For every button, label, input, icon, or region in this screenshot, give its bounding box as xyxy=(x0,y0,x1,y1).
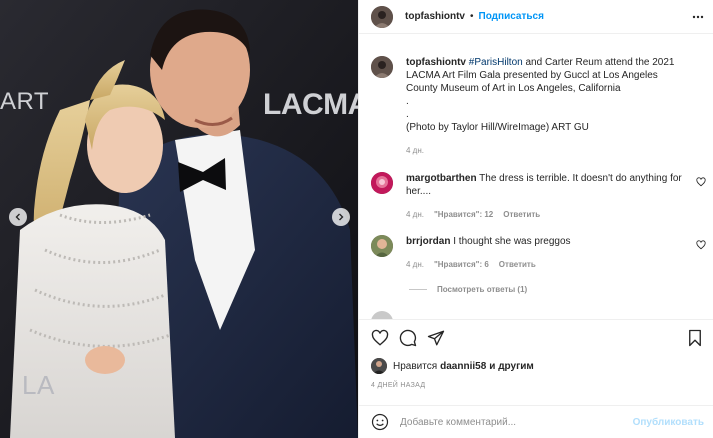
author-avatar[interactable] xyxy=(371,5,393,28)
liker-avatar-image xyxy=(371,358,387,374)
comment-input[interactable] xyxy=(400,416,630,428)
post-actions xyxy=(359,319,713,356)
comment-username[interactable]: brrjordan xyxy=(406,236,450,247)
caption-meta: 4 дн. xyxy=(406,144,688,157)
header-separator: • xyxy=(470,11,474,22)
wall-text-lacma: LACMA xyxy=(263,88,358,121)
commenter-avatar[interactable] xyxy=(371,172,393,194)
caption-body: topfashiontv #ParisHilton and Carter Reu… xyxy=(406,56,688,157)
comment-heart-icon[interactable] xyxy=(696,240,706,250)
commenter-avatar-image xyxy=(371,172,393,194)
comment-row: margotbarthen The dress is terrible. It … xyxy=(371,172,706,221)
comment-body: brrjordan I thought she was preggos 4 дн… xyxy=(406,235,688,271)
follow-button[interactable]: Подписаться xyxy=(479,11,544,22)
comment-username[interactable]: margotbarthen xyxy=(406,173,477,184)
publish-button[interactable]: Опубликовать xyxy=(633,417,704,428)
liker-avatar[interactable] xyxy=(371,358,387,374)
caption-credit: (Photo by Taylor Hill/WireImage) ART GU xyxy=(406,122,589,133)
comments-section: topfashiontv #ParisHilton and Carter Reu… xyxy=(359,34,713,319)
more-horizontal-icon[interactable] xyxy=(692,11,704,23)
partially-visible-comment xyxy=(371,311,706,319)
chevron-right-icon xyxy=(339,213,344,221)
post-photo: ART LACMA LA xyxy=(0,0,358,438)
likes-summary: Нравится daannii58 и другим xyxy=(371,358,537,374)
author-avatar-image xyxy=(371,5,393,28)
heart-icon[interactable] xyxy=(371,329,389,347)
add-comment-bar: Опубликовать xyxy=(359,405,713,438)
previous-photo-button[interactable] xyxy=(9,208,27,226)
comment-body: margotbarthen The dress is terrible. It … xyxy=(406,172,688,221)
paper-plane-icon[interactable] xyxy=(427,329,445,347)
comment-likes[interactable]: "Нравится": 6 xyxy=(434,258,489,271)
comment-text: I thought she was preggos xyxy=(453,236,571,247)
commenter-avatar[interactable] xyxy=(371,235,393,257)
next-photo-button[interactable] xyxy=(332,208,350,226)
comment-row: brrjordan I thought she was preggos 4 дн… xyxy=(371,235,706,271)
comment-likes[interactable]: "Нравится": 12 xyxy=(434,208,493,221)
liker-username[interactable]: daannii58 xyxy=(440,361,486,372)
caption-avatar-image xyxy=(371,56,393,78)
comment-meta: 4 дн. "Нравится": 12 Ответить xyxy=(406,208,688,221)
likes-prefix: Нравится xyxy=(393,360,438,372)
reply-button[interactable]: Ответить xyxy=(503,208,540,221)
chevron-left-icon xyxy=(15,213,20,221)
wall-text-art: ART xyxy=(0,88,50,115)
comment-heart-icon[interactable] xyxy=(696,177,706,187)
post-header: topfashiontv • Подписаться xyxy=(359,0,713,34)
caption-hashtag[interactable]: #ParisHilton xyxy=(469,57,523,68)
caption-username[interactable]: topfashiontv xyxy=(406,57,466,68)
view-replies-button[interactable]: Посмотреть ответы (1) xyxy=(409,285,527,294)
reply-button[interactable]: Ответить xyxy=(499,258,536,271)
emoji-icon[interactable] xyxy=(371,413,389,431)
caption-dot-1: . xyxy=(406,96,409,107)
caption-row: topfashiontv #ParisHilton and Carter Reu… xyxy=(371,56,706,157)
bookmark-icon[interactable] xyxy=(686,329,704,347)
author-username[interactable]: topfashiontv xyxy=(405,11,465,22)
post-date[interactable]: 4 ДНЕЙ НАЗАД xyxy=(371,382,425,389)
instagram-post-modal: ART LACMA LA topfashiontv • xyxy=(0,0,713,438)
comment-time[interactable]: 4 дн. xyxy=(406,258,424,271)
replies-divider xyxy=(409,289,427,290)
comment-meta: 4 дн. "Нравится": 6 Ответить xyxy=(406,258,688,271)
comment-time[interactable]: 4 дн. xyxy=(406,208,424,221)
comment-icon[interactable] xyxy=(399,329,417,347)
post-sidebar: topfashiontv • Подписаться topfashiontv … xyxy=(358,0,713,438)
wall-text-la: LA xyxy=(22,370,55,400)
caption-dot-2: . xyxy=(406,109,409,120)
likes-others[interactable]: и другим xyxy=(489,361,534,372)
commenter-avatar-image xyxy=(371,235,393,257)
view-replies-label: Посмотреть ответы (1) xyxy=(437,285,528,294)
caption-time[interactable]: 4 дн. xyxy=(406,144,424,157)
caption-avatar[interactable] xyxy=(371,56,393,78)
